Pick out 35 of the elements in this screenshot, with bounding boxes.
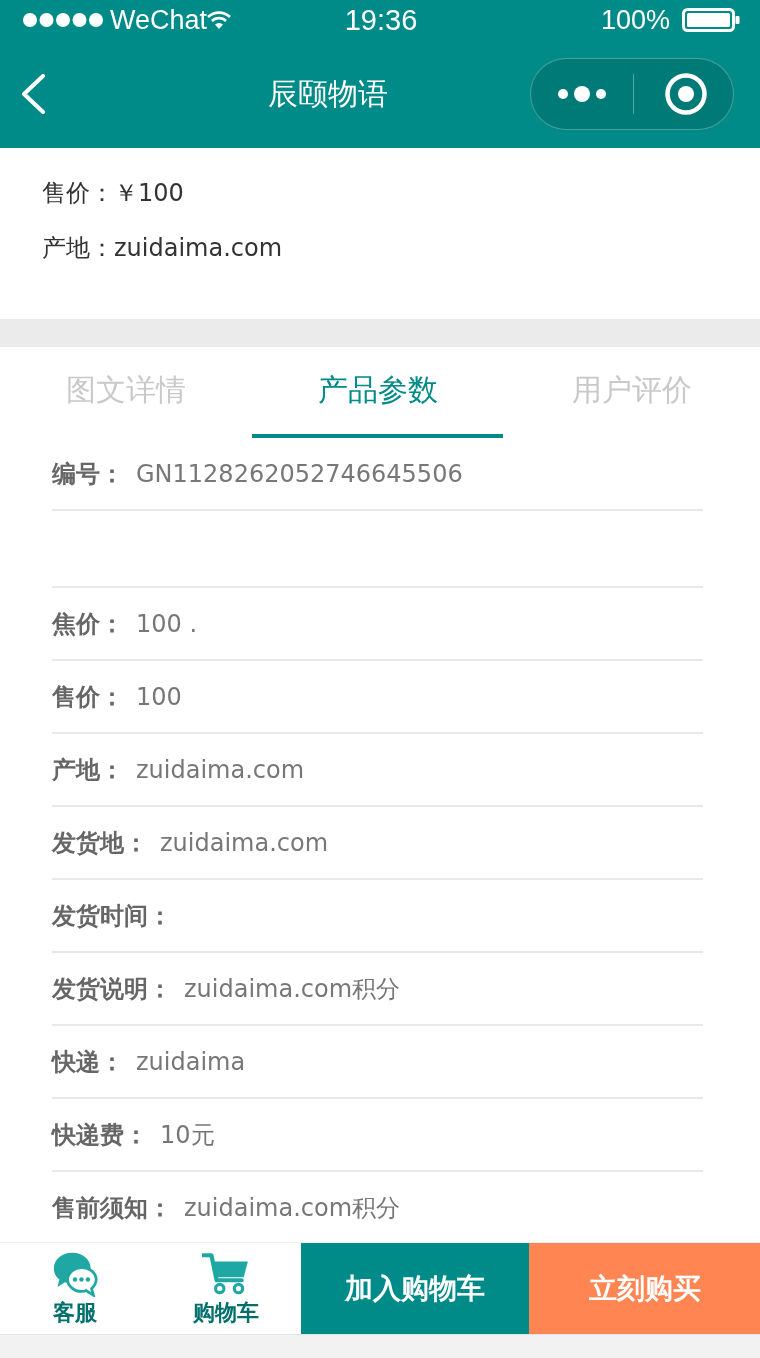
param-label: 发货地：	[52, 827, 148, 859]
back-icon[interactable]	[20, 74, 46, 114]
param-label: 编号：	[52, 458, 124, 490]
chat-bubbles-icon	[51, 1251, 100, 1297]
product-info-text: 售价：￥100	[42, 178, 185, 209]
param-value: zuidaima.com积分	[184, 973, 401, 1005]
param-value: zuidaima.com	[136, 755, 305, 784]
clock-time: 19:36	[344, 3, 418, 37]
page-title: 辰颐物语	[267, 74, 389, 113]
wifi-icon	[207, 11, 232, 29]
param-value: GN1128262052746645506	[136, 459, 463, 488]
param-label: 售价：	[52, 681, 124, 713]
buy-now-button[interactable]: 立刻购买	[529, 1243, 760, 1334]
param-label: 快递费：	[52, 1119, 148, 1151]
param-value: zuidaima.com	[160, 828, 329, 857]
param-label: 快递：	[52, 1046, 124, 1078]
add-to-cart-button[interactable]: 加入购物车	[301, 1243, 529, 1334]
param-label: 焦价：	[52, 608, 124, 640]
param-value: 100	[136, 682, 182, 711]
more-icon[interactable]	[557, 84, 607, 104]
product-info-text: 产地：zuidaima.com	[42, 233, 284, 264]
param-label: 发货时间：	[52, 900, 172, 932]
cart-icon	[201, 1251, 250, 1297]
battery-icon	[682, 8, 740, 32]
battery-percent: 100%	[600, 4, 670, 36]
param-value: 100 .	[136, 609, 198, 638]
param-label: 产地：	[52, 754, 124, 786]
param-value: zuidaima	[136, 1047, 246, 1076]
param-value: 10元	[160, 1119, 215, 1151]
param-label: 售前须知：	[52, 1192, 172, 1224]
carrier-name: WeChat	[110, 4, 208, 36]
param-value: zuidaima.com积分	[184, 1192, 401, 1224]
close-icon[interactable]	[664, 72, 708, 116]
signal-dots-icon	[22, 12, 104, 28]
param-label: 发货说明：	[52, 973, 172, 1005]
